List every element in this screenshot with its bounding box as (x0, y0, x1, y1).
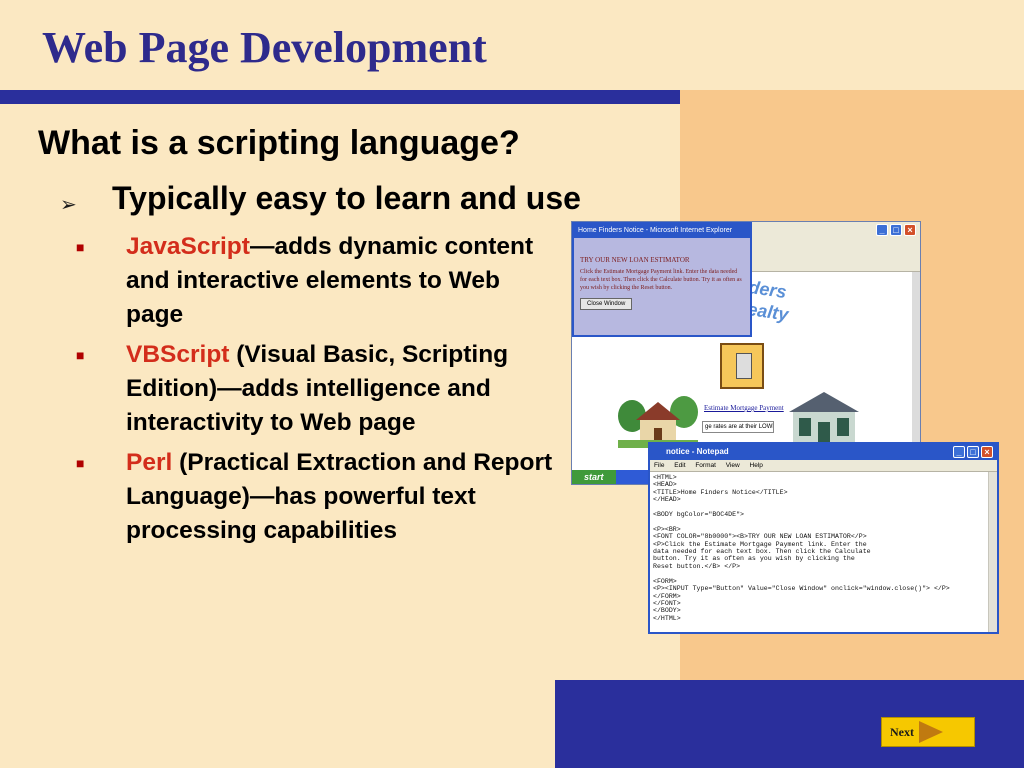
dialog-title: Home Finders Notice - Microsoft Internet… (574, 224, 750, 238)
square-bullet-icon: ■ (76, 239, 85, 255)
notepad-title: notice - Notepad _ □ × (650, 444, 997, 460)
notice-dialog: Home Finders Notice - Microsoft Internet… (572, 222, 752, 337)
notepad-title-text: notice - Notepad (666, 447, 729, 456)
slide-title: Web Page Development (42, 23, 487, 72)
menu-file: File (654, 462, 665, 469)
minimize-icon: _ (953, 446, 965, 458)
square-bullet-icon: ■ (76, 347, 85, 363)
bullet-list: ■ JavaScript—adds dynamic content and in… (74, 230, 554, 554)
arrow-right-icon (919, 721, 943, 743)
calculator-icon (720, 343, 764, 389)
menu-edit: Edit (674, 462, 686, 469)
bullet-term: Perl (126, 449, 173, 476)
window-controls: _ □ × (953, 446, 993, 458)
bullet-item-vbscript: ■ VBScript (Visual Basic, Scripting Edit… (74, 338, 554, 440)
close-icon: × (904, 224, 916, 236)
house-illustration-right (789, 392, 859, 444)
next-button[interactable]: Next (881, 717, 975, 747)
menu-view: View (725, 462, 740, 469)
bullet-description: (Practical Extraction and Report Languag… (126, 449, 553, 544)
sub-point: Typically easy to learn and use (112, 180, 581, 216)
notepad-scrollbar (988, 472, 997, 632)
maximize-icon: □ (890, 224, 902, 236)
notepad-screenshot: notice - Notepad _ □ × File Edit Format … (648, 442, 999, 634)
bullet-term: JavaScript (126, 233, 250, 260)
bullet-item-perl: ■ Perl (Practical Extraction and Report … (74, 446, 554, 548)
dialog-body: TRY OUR NEW LOAN ESTIMATOR Click the Est… (574, 238, 750, 314)
minimize-icon: _ (876, 224, 888, 236)
close-window-button: Close Window (580, 298, 633, 310)
next-label: Next (890, 725, 914, 739)
window-controls: _ □ × (876, 224, 916, 236)
maximize-icon: □ (967, 446, 979, 458)
menu-format: Format (695, 462, 716, 469)
bullet-item-javascript: ■ JavaScript—adds dynamic content and in… (74, 230, 554, 332)
dialog-text: Click the Estimate Mortgage Payment link… (580, 269, 742, 291)
arrow-bullet-icon: ➢ (60, 194, 77, 216)
bullet-term: VBScript (126, 341, 230, 368)
estimate-mortgage-link: Estimate Mortgage Payment (704, 404, 784, 412)
close-icon: × (981, 446, 993, 458)
slide-heading: What is a scripting language? (38, 124, 520, 162)
start-button: start (572, 470, 616, 484)
rates-text-field: ge rates are at their LOWE (702, 421, 774, 433)
header-divider-bar (0, 90, 680, 104)
menu-help: Help (749, 462, 763, 469)
notepad-html-code: <HTML> <HEAD> <TITLE>Home Finders Notice… (653, 474, 950, 622)
square-bullet-icon: ■ (76, 455, 85, 471)
house-illustration-left (618, 396, 698, 448)
dialog-heading: TRY OUR NEW LOAN ESTIMATOR (580, 256, 690, 264)
notepad-menu: File Edit Format View Help (650, 460, 997, 472)
